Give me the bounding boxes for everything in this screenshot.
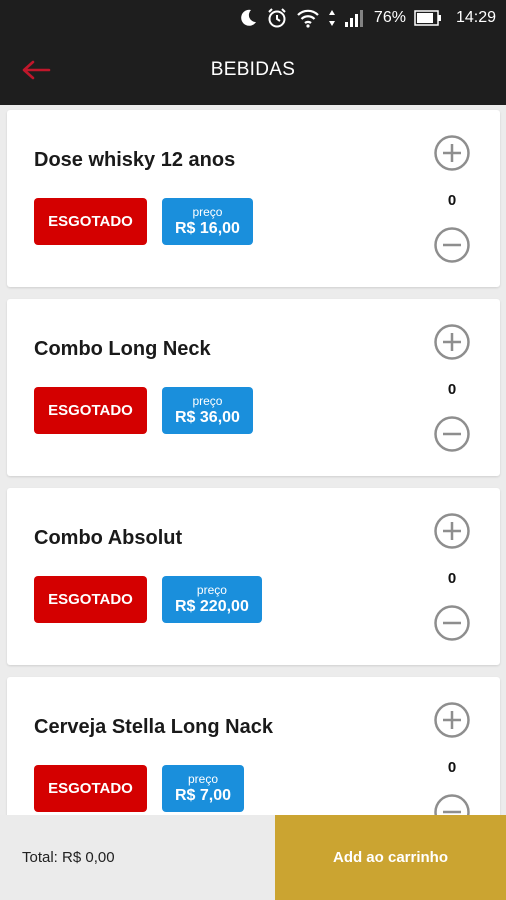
plus-icon[interactable] (433, 134, 471, 172)
product-name: Cerveja Stella Long Nack (34, 716, 273, 738)
price-badge: preço R$ 36,00 (162, 387, 253, 434)
price-value: R$ 36,00 (175, 408, 240, 426)
plus-icon[interactable] (433, 323, 471, 361)
price-value: R$ 16,00 (175, 219, 240, 237)
app-bar: BEBIDAS (0, 35, 506, 105)
quantity-value: 0 (447, 570, 457, 587)
price-badge: preço R$ 220,00 (162, 576, 262, 623)
sold-out-badge: ESGOTADO (34, 576, 147, 623)
price-label: preço (192, 393, 223, 408)
quantity-value: 0 (447, 381, 457, 398)
product-name: Combo Long Neck (34, 338, 211, 360)
product-card: Combo Absolut ESGOTADO preço R$ 220,00 0 (7, 488, 500, 665)
back-arrow-icon (22, 60, 51, 80)
plus-icon[interactable] (433, 701, 471, 739)
signal-icon (344, 8, 366, 28)
price-badge: preço R$ 7,00 (162, 765, 245, 812)
sold-out-badge: ESGOTADO (34, 198, 147, 245)
product-card: Dose whisky 12 anos ESGOTADO preço R$ 16… (7, 110, 500, 287)
price-label: preço (188, 771, 219, 786)
add-to-cart-button[interactable]: Add ao carrinho (275, 815, 506, 900)
minus-icon[interactable] (433, 793, 471, 815)
battery-percent: 76% (373, 8, 406, 26)
quantity-value: 0 (447, 192, 457, 209)
back-button[interactable] (18, 53, 54, 87)
cart-total: Total: R$ 0,00 (0, 815, 275, 900)
moon-icon (238, 8, 258, 28)
product-card: Combo Long Neck ESGOTADO preço R$ 36,00 … (7, 299, 500, 476)
product-card: Cerveja Stella Long Nack ESGOTADO preço … (7, 677, 500, 815)
price-badge: preço R$ 16,00 (162, 198, 253, 245)
data-transfer-icon (328, 9, 336, 27)
sold-out-badge: ESGOTADO (34, 387, 147, 434)
price-value: R$ 220,00 (175, 597, 249, 615)
product-name: Dose whisky 12 anos (34, 149, 236, 171)
bottom-bar: Total: R$ 0,00 Add ao carrinho (0, 815, 506, 900)
status-bar: 76% 14:29 (0, 0, 506, 35)
minus-icon[interactable] (433, 415, 471, 453)
page-title: BEBIDAS (210, 59, 296, 80)
product-list[interactable]: Dose whisky 12 anos ESGOTADO preço R$ 16… (0, 105, 506, 815)
alarm-icon (266, 7, 288, 29)
clock: 14:29 (455, 8, 496, 26)
price-label: preço (196, 582, 227, 597)
plus-icon[interactable] (433, 512, 471, 550)
wifi-icon (296, 8, 320, 28)
minus-icon[interactable] (433, 226, 471, 264)
minus-icon[interactable] (433, 604, 471, 642)
price-label: preço (192, 204, 223, 219)
sold-out-badge: ESGOTADO (34, 765, 147, 812)
quantity-value: 0 (447, 759, 457, 776)
battery-icon (414, 9, 442, 26)
product-name: Combo Absolut (34, 527, 183, 549)
price-value: R$ 7,00 (175, 786, 232, 804)
